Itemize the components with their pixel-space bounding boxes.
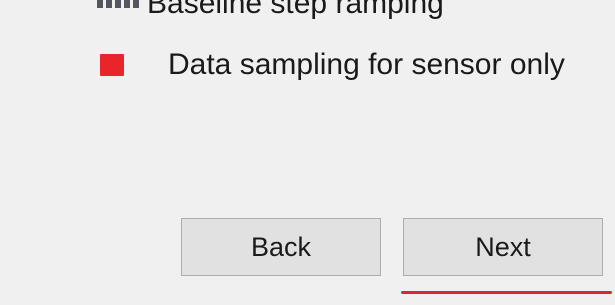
legend-item-data-sampling: Data sampling for sensor only (100, 50, 565, 80)
legend-label-data-sampling: Data sampling for sensor only (168, 48, 565, 81)
dotted-line-icon (97, 0, 147, 19)
next-button-underline-annotation (401, 291, 612, 294)
legend-label-baseline-step-ramping: Baseline step ramping (147, 0, 444, 20)
red-square-icon (100, 54, 124, 76)
next-button[interactable]: Next (403, 218, 603, 276)
legend-item-baseline-step-ramping: Baseline step ramping (97, 0, 444, 19)
back-button[interactable]: Back (181, 218, 381, 276)
